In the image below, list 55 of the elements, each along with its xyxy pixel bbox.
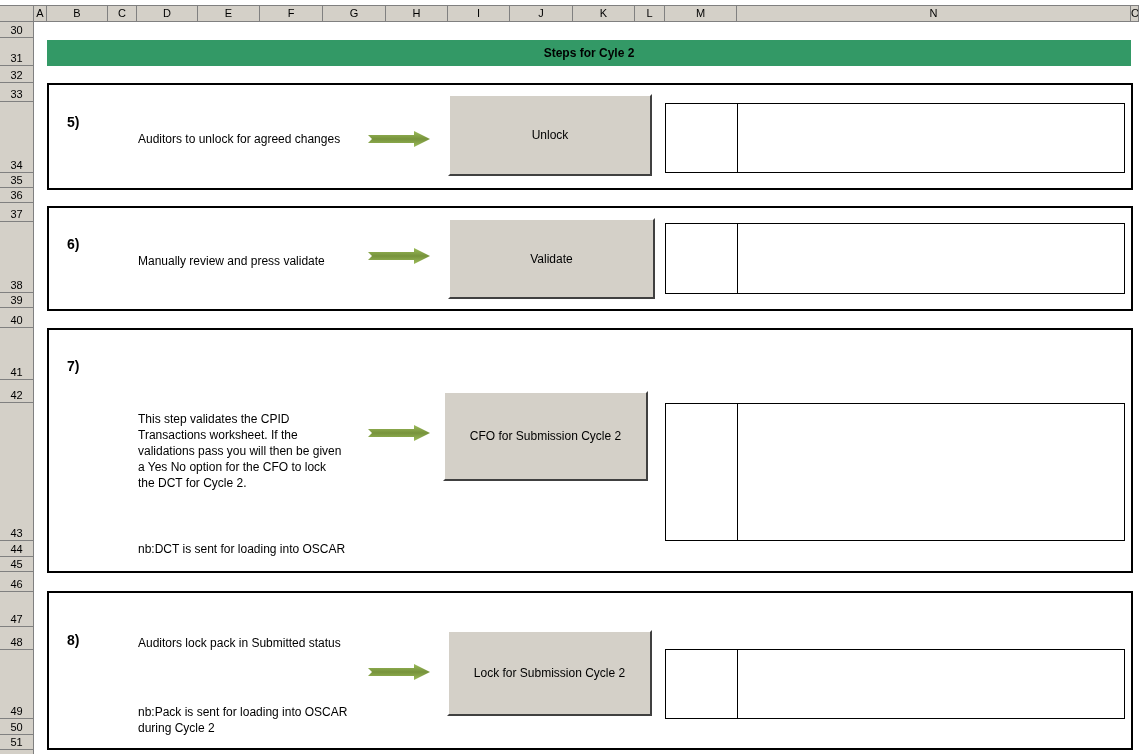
arrow-icon (368, 425, 430, 441)
step-description: This step validates the CPID Transactions worksheet. If the validations pass you will then be given a Yes No option for the CFO to lock the DCT for Cycle 2. (138, 411, 343, 491)
column-header[interactable]: F (260, 6, 323, 21)
step-note: nb:Pack is sent for loading into OSCAR during Cycle 2 (138, 704, 349, 736)
row-header[interactable]: 45 (0, 557, 33, 572)
row-header[interactable]: 40 (0, 308, 33, 328)
row-header[interactable]: 32 (0, 66, 33, 83)
column-header[interactable]: G (323, 6, 386, 21)
row-header[interactable]: 44 (0, 541, 33, 557)
arrow-icon (368, 131, 430, 147)
action-button[interactable]: Lock for Submission Cycle 2 (447, 630, 652, 716)
banner-title: Steps for Cyle 2 (543, 45, 635, 62)
row-header[interactable]: 38 (0, 222, 33, 293)
column-header[interactable]: M (665, 6, 737, 21)
column-header[interactable]: E (198, 6, 260, 21)
row-header[interactable]: 36 (0, 188, 33, 203)
step-number: 8) (67, 631, 80, 650)
row-header[interactable]: 30 (0, 22, 33, 38)
step-description: Manually review and press validate (138, 253, 325, 269)
row-header[interactable]: 51 (0, 735, 33, 750)
arrow-icon (368, 664, 430, 680)
step-note: nb:DCT is sent for loading into OSCAR (138, 541, 346, 557)
row-header[interactable]: 50 (0, 719, 33, 735)
column-header[interactable]: D (137, 6, 198, 21)
row-header[interactable]: 48 (0, 627, 33, 650)
action-button[interactable]: Validate (448, 218, 655, 299)
row-header[interactable]: 34 (0, 102, 33, 173)
step-number: 6) (67, 235, 80, 254)
step-description: Auditors to unlock for agreed changes (138, 131, 341, 147)
column-header[interactable]: I (448, 6, 510, 21)
row-header[interactable]: 37 (0, 203, 33, 222)
column-header[interactable]: N (737, 6, 1131, 21)
row-header[interactable]: 42 (0, 380, 33, 403)
row-header[interactable]: 43 (0, 403, 33, 541)
row-header[interactable]: 35 (0, 173, 33, 188)
column-header[interactable]: C (108, 6, 137, 21)
action-button[interactable]: Unlock (448, 94, 652, 176)
column-header[interactable]: K (573, 6, 635, 21)
step-number: 7) (67, 357, 80, 376)
step-description: Auditors lock pack in Submitted status (138, 635, 341, 651)
arrow-icon (368, 248, 430, 264)
row-header[interactable]: 39 (0, 293, 33, 308)
step-number: 5) (67, 113, 80, 132)
row-header[interactable]: 49 (0, 650, 33, 719)
column-header[interactable]: L (635, 6, 665, 21)
row-header[interactable]: 41 (0, 328, 33, 380)
row-header[interactable]: 31 (0, 38, 33, 66)
row-header[interactable]: 47 (0, 592, 33, 627)
column-header[interactable]: B (47, 6, 108, 21)
action-button[interactable]: CFO for Submission Cycle 2 (443, 391, 648, 481)
row-header[interactable]: 33 (0, 83, 33, 102)
column-header[interactable]: A (34, 6, 47, 21)
row-header[interactable]: 46 (0, 572, 33, 592)
column-header[interactable]: J (510, 6, 573, 21)
column-header[interactable]: H (386, 6, 448, 21)
